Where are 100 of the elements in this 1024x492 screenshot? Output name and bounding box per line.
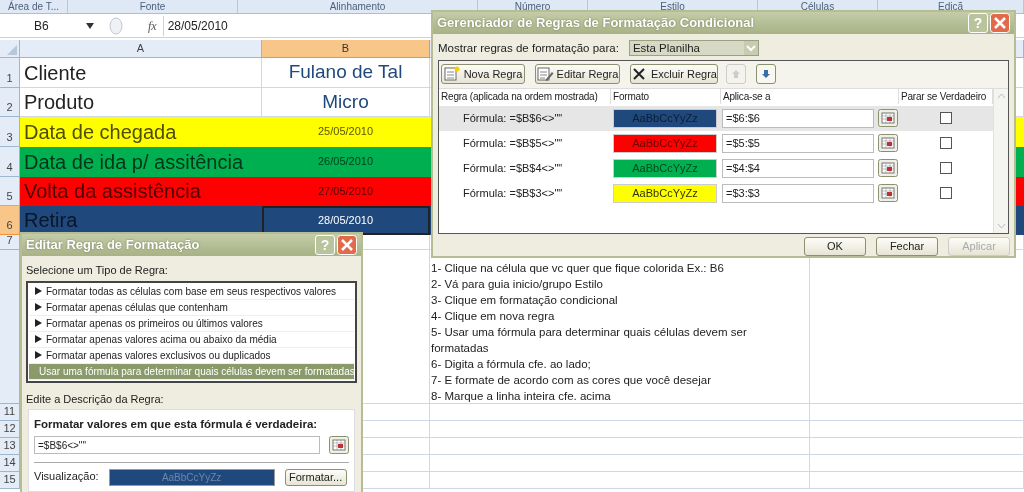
close-button[interactable] [337,235,357,255]
row-header[interactable] [0,250,20,404]
move-down-button[interactable] [756,64,776,85]
instruction-text: 1- Clique na célula que vc quer que fique colorida Ex.: B6 [431,261,725,276]
checkbox[interactable] [940,112,952,125]
range-picker-icon[interactable] [878,184,898,203]
row-header[interactable]: 12 [0,421,20,438]
instruction-text: 7- E formate de acordo com as cores que você desejar [431,373,712,388]
table-cell[interactable] [430,404,810,421]
table-cell[interactable] [810,421,1024,438]
field-label: Mostrar regras de formatação para: [438,40,619,56]
range-field[interactable]: =$4:$4 [722,158,874,178]
table-cell[interactable]: Volta da assistência [20,177,262,206]
row-header[interactable]: 5 [0,177,20,206]
dialog-title: Gerenciador de Regras de Formatação Condicional [437,14,755,33]
range-picker-icon[interactable] [878,159,898,178]
rule-text: Fórmula: =$B$5<>"" [463,137,563,150]
row-header[interactable]: 3 [0,117,20,147]
row-header[interactable]: 2 [0,88,20,117]
instruction-text: 5- Usar uma fórmula para determinar quais células devem ser formatadas [431,325,748,356]
rule-text: Fórmula: =$B$6<>"" [463,112,563,125]
table-cell[interactable] [430,455,810,472]
circle-icon [108,16,124,35]
table-cell[interactable]: 28/05/2010 [262,206,430,235]
format-preview: AaBbCcYyZz [613,133,717,153]
column-header[interactable]: Formato [611,88,721,104]
range-picker-icon[interactable] [329,436,349,455]
table-cell[interactable] [810,455,1024,472]
instruction-text: 6- Digita a fórmula cfe. ao lado; [431,357,592,372]
caret-icon[interactable] [86,22,94,29]
section-label: Edite a Descrição da Regra: [25,391,165,407]
formula-input[interactable]: 28/05/2010 [167,16,228,35]
ribbon-group-label: Alinhamento [329,0,386,14]
column-header[interactable]: Aplica-se a [721,88,899,104]
range-field[interactable]: =$3:$3 [722,183,874,203]
column-header[interactable]: Regra (aplicada na ordem mostrada) [439,88,611,104]
row-header[interactable]: 13 [0,438,20,455]
rule-row[interactable]: Fórmula: =$B$6<>"" AaBbCcYyZz =$6:$6 [439,105,993,131]
table-cell[interactable] [430,438,810,455]
checkbox[interactable] [940,187,952,200]
ribbon-group-label: Ediçã [938,0,963,14]
field-label: Visualização: [34,469,99,485]
name-box[interactable]: B6 [0,15,92,36]
dialog-button[interactable]: Fechar [876,237,938,256]
column-header[interactable]: A [20,40,262,58]
table-cell[interactable]: 26/05/2010 [262,147,430,177]
table-cell[interactable] [430,472,810,489]
range-field[interactable]: =$6:$6 [722,108,874,128]
row-header[interactable]: 6 [0,206,20,235]
row-header[interactable]: 4 [0,147,20,177]
close-button[interactable] [990,12,1010,33]
range-picker-icon[interactable] [878,134,898,153]
toolbar-button[interactable]: Nova Regra [441,64,525,85]
section-label: Selecione um Tipo de Regra: [25,263,169,278]
ribbon-group-label: Células [800,0,835,14]
dialog-title: Editar Regra de Formatação [26,236,200,255]
document-icon [536,66,554,83]
range-field[interactable]: =$5:$5 [722,133,874,153]
column-header[interactable]: B [262,40,430,58]
sheet-dropdown[interactable]: Esta Planilha [628,40,759,57]
range-picker-icon[interactable] [878,109,898,128]
ribbon-group-label: Área de T... [8,0,59,14]
format-preview: AaBbCcYyZz [613,183,717,203]
table-cell[interactable]: 27/05/2010 [262,177,430,206]
table-cell[interactable]: Data de ida p/ assitência [20,147,262,177]
table-cell[interactable] [430,421,810,438]
toolbar-button[interactable]: Excluir Regra [630,64,718,85]
rule-text: Fórmula: =$B$3<>"" [463,187,563,200]
table-cell[interactable]: 25/05/2010 [262,117,430,147]
instruction-text: 3- Clique em formatação condicional [431,293,619,308]
scrollbar[interactable] [993,88,1008,233]
row-header[interactable]: 7 [0,235,20,250]
format-preview: AaBbCcYyZz [613,108,717,128]
insert-function-button[interactable]: fx [148,16,157,35]
toolbar-button[interactable]: Editar Regra [535,64,620,85]
instruction-text: 2- Vá para guia inicio/grupo Estilo [431,277,604,292]
row-header[interactable]: 11 [0,404,20,421]
row-header[interactable]: 14 [0,455,20,472]
table-cell[interactable] [810,472,1024,489]
checkbox[interactable] [940,162,952,175]
checkbox[interactable] [940,137,952,150]
format-preview: AaBbCcYyZz [108,468,275,486]
formula-field[interactable]: =$B$6<>"" [34,436,320,455]
table-cell[interactable]: Data de chegada [20,117,262,147]
instruction-text: 8- Marque a linha inteira cfe. acima [431,389,612,404]
field-label: Formatar valores em que esta fórmula é verdadeira: [34,417,319,432]
row-header[interactable]: 1 [0,58,20,88]
row-header[interactable]: 15 [0,472,20,489]
dialog-button[interactable]: OK [804,237,866,256]
format-preview: AaBbCcYyZz [613,158,717,178]
rule-type-list[interactable] [26,280,357,383]
table-cell[interactable]: Cliente [20,58,262,88]
table-cell[interactable]: Fulano de Tal [262,58,430,88]
format-button[interactable]: Formatar... [284,468,347,486]
rule-text: Fórmula: =$B$4<>"" [463,162,563,175]
ribbon-group-label: Número [514,0,551,14]
ribbon-group-label: Fonte [139,0,166,14]
table-cell[interactable] [810,404,1024,421]
instruction-text: 4- Clique em nova regra [431,309,556,324]
table-cell[interactable] [810,438,1024,455]
